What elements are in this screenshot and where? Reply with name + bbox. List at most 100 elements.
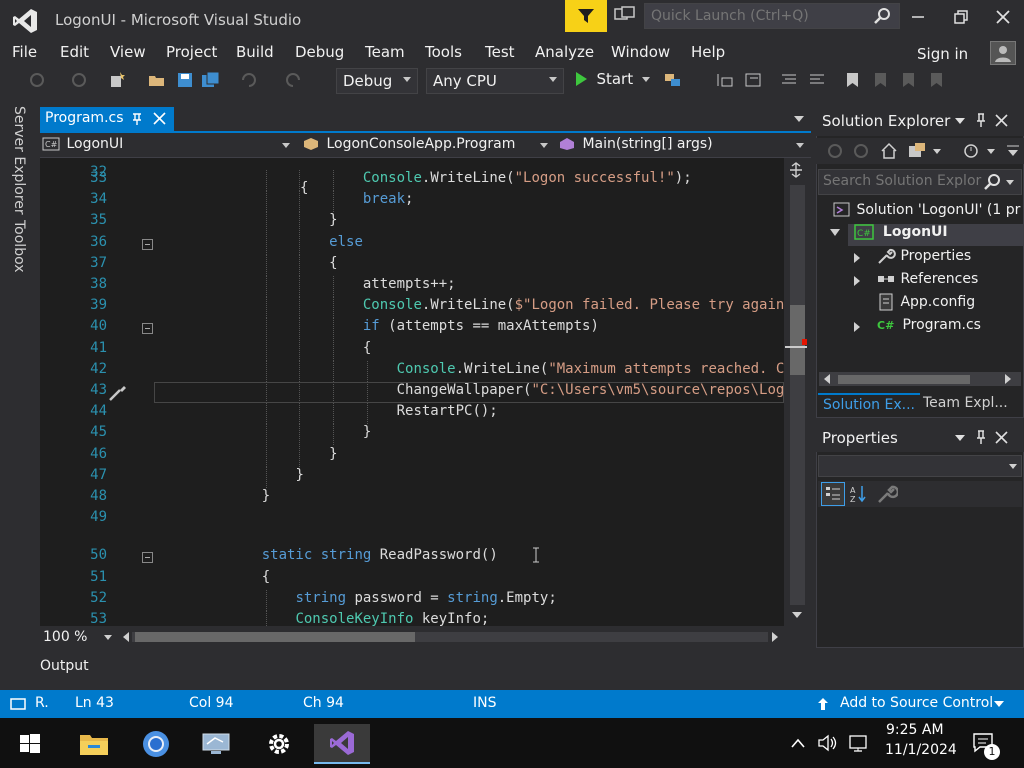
scroll-right-arrow-icon[interactable]	[1003, 373, 1013, 385]
expand-arrow-icon[interactable]	[854, 276, 860, 286]
switch-views-dropdown-icon[interactable]	[932, 148, 942, 156]
menu-help[interactable]: Help	[691, 43, 725, 61]
search-icon[interactable]	[983, 173, 1001, 191]
menu-window[interactable]: Window	[611, 43, 670, 61]
search-icon[interactable]	[873, 7, 891, 25]
scroll-right-arrow-icon[interactable]	[770, 631, 780, 643]
toolbar-overflow-icon[interactable]	[1006, 144, 1020, 158]
tree-item-project[interactable]: C# LogonUI	[830, 224, 948, 246]
menu-build[interactable]: Build	[236, 43, 274, 61]
start-debugging-button[interactable]: Start	[574, 70, 650, 92]
network-icon[interactable]	[848, 734, 870, 754]
tab-overflow-dropdown-icon[interactable]	[793, 114, 805, 124]
notification-filter-button[interactable]	[565, 0, 607, 32]
collapse-region-toggle-icon[interactable]	[142, 238, 153, 250]
filter-dropdown-icon[interactable]	[986, 148, 996, 156]
redo-icon[interactable]	[284, 72, 302, 88]
upload-arrow-icon[interactable]	[817, 697, 829, 711]
toolbox-tab[interactable]: Toolbox	[11, 220, 27, 273]
step-over-icon[interactable]	[744, 72, 762, 88]
tab-team-explorer[interactable]: Team Expl...	[918, 393, 1013, 417]
menu-team[interactable]: Team	[365, 43, 405, 61]
collapse-region-toggle-icon[interactable]	[142, 323, 153, 335]
next-bookmark-icon[interactable]	[900, 72, 918, 88]
tree-item-app-config[interactable]: App.config	[852, 293, 975, 315]
output-tab[interactable]: Output	[40, 658, 89, 674]
pin-icon[interactable]	[130, 112, 144, 126]
window-position-dropdown-icon[interactable]	[954, 433, 966, 443]
taskbar-chrome[interactable]	[128, 724, 184, 764]
taskbar-file-explorer[interactable]	[66, 724, 122, 764]
solution-search-box[interactable]	[818, 169, 1022, 195]
bookmark-icon[interactable]	[844, 72, 862, 88]
expand-arrow-icon[interactable]	[854, 253, 860, 263]
menu-file[interactable]: File	[12, 43, 37, 61]
close-tab-icon[interactable]	[153, 112, 166, 125]
source-control-dropdown-icon[interactable]	[994, 701, 1004, 708]
account-avatar-icon[interactable]	[990, 41, 1016, 65]
step-into-icon[interactable]	[716, 72, 734, 88]
menu-debug[interactable]: Debug	[295, 43, 344, 61]
search-options-dropdown-icon[interactable]	[1005, 179, 1015, 187]
save-icon[interactable]	[176, 72, 194, 88]
scroll-down-arrow-icon[interactable]	[790, 610, 804, 620]
clear-bookmarks-icon[interactable]	[928, 72, 946, 88]
previous-bookmark-icon[interactable]	[872, 72, 890, 88]
quick-actions-screwdriver-icon[interactable]	[108, 384, 128, 402]
forward-icon[interactable]	[852, 143, 870, 159]
tree-item-program-cs[interactable]: C# Program.cs	[852, 316, 981, 338]
taskbar-settings[interactable]	[251, 724, 307, 764]
restore-button[interactable]	[941, 4, 981, 30]
browser-link-icon[interactable]	[664, 72, 682, 88]
comment-lines-icon[interactable]	[780, 72, 798, 88]
taskbar-remote-desktop[interactable]	[189, 724, 245, 764]
volume-icon[interactable]	[817, 734, 839, 752]
nav-project-dropdown[interactable]: C# LogonUI	[42, 136, 294, 156]
scrollbar-track[interactable]	[790, 185, 805, 605]
categorized-icon[interactable]	[821, 482, 845, 506]
taskbar-clock-date[interactable]: 11/1/2024	[885, 742, 957, 758]
menu-project[interactable]: Project	[166, 43, 217, 61]
new-project-icon[interactable]	[108, 72, 126, 88]
taskbar-visual-studio[interactable]	[314, 724, 370, 764]
property-pages-wrench-icon[interactable]	[876, 483, 898, 505]
scroll-left-arrow-icon[interactable]	[822, 373, 832, 385]
close-panel-icon[interactable]	[995, 431, 1008, 444]
start-menu-button[interactable]	[2, 724, 58, 764]
quick-launch-box[interactable]	[644, 3, 900, 29]
action-center-button[interactable]: 1	[968, 730, 1002, 760]
show-hidden-icons-chevron-icon[interactable]	[790, 737, 806, 749]
tab-solution-explorer[interactable]: Solution Ex...	[818, 393, 920, 417]
add-to-source-control-button[interactable]: Add to Source Control	[840, 695, 993, 711]
tab-program-cs[interactable]: Program.cs	[40, 107, 174, 131]
home-icon[interactable]	[880, 142, 898, 160]
split-window-icon[interactable]	[788, 162, 804, 178]
tree-item-references[interactable]: References	[852, 270, 978, 292]
solution-configuration-dropdown[interactable]: Debug	[336, 68, 418, 94]
feedback-icon[interactable]	[614, 6, 636, 26]
zoom-dropdown-icon[interactable]	[103, 632, 113, 642]
menu-test[interactable]: Test	[485, 43, 515, 61]
tree-item-properties[interactable]: Properties	[852, 247, 971, 269]
solution-search-input[interactable]	[823, 173, 983, 189]
taskbar-clock-time[interactable]: 9:25 AM	[886, 722, 944, 738]
solution-platform-dropdown[interactable]: Any CPU	[426, 68, 564, 94]
pending-changes-filter-icon[interactable]	[962, 142, 982, 160]
menu-edit[interactable]: Edit	[60, 43, 89, 61]
solution-explorer-hscroll-thumb[interactable]	[838, 375, 970, 384]
minimize-button[interactable]	[898, 4, 938, 30]
collapse-region-toggle-icon[interactable]	[142, 552, 153, 564]
window-position-dropdown-icon[interactable]	[954, 116, 966, 126]
quick-launch-input[interactable]	[651, 6, 861, 26]
back-icon[interactable]	[826, 143, 844, 159]
tree-item-solution[interactable]: Solution 'LogonUI' (1 pr	[832, 201, 1020, 223]
nav-member-dropdown[interactable]: Main(string[] args)	[558, 136, 808, 156]
switch-views-icon[interactable]	[908, 142, 928, 160]
close-button[interactable]	[983, 4, 1023, 30]
alphabetical-icon[interactable]: AZ	[848, 483, 870, 505]
sign-in-link[interactable]: Sign in	[917, 45, 968, 63]
nav-class-dropdown[interactable]: LogonConsoleApp.Program	[302, 136, 552, 156]
undo-icon[interactable]	[240, 72, 258, 88]
properties-object-dropdown[interactable]	[818, 455, 1022, 477]
server-explorer-tab[interactable]: Server Explorer	[11, 106, 27, 215]
